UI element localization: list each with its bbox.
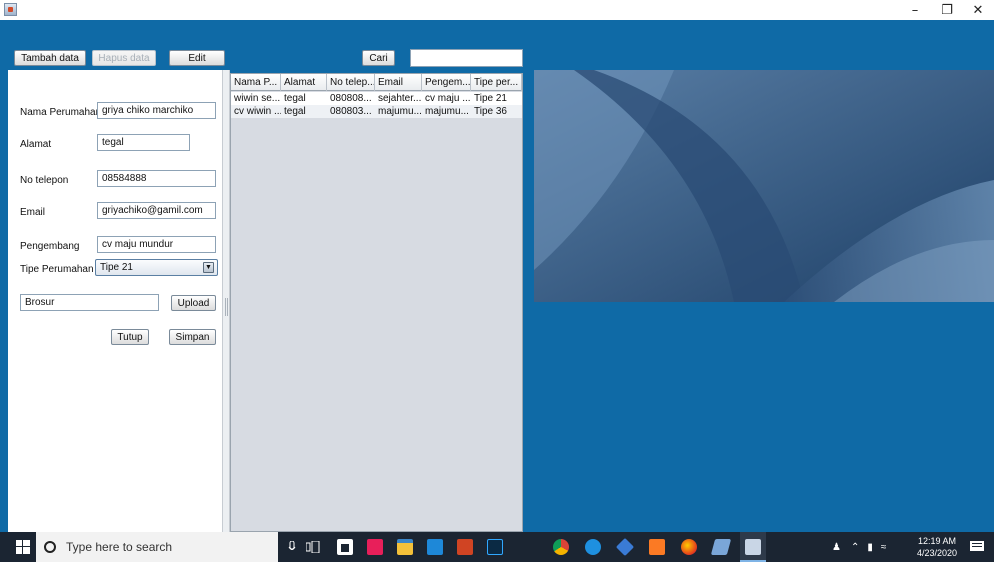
java-taskbar-icon[interactable] — [740, 532, 766, 562]
edit-button[interactable]: Edit — [169, 50, 225, 66]
no-telepon-label: No telepon — [20, 175, 69, 186]
table-cell: tegal — [284, 106, 306, 117]
table-cell: wiwin se... — [234, 93, 281, 104]
column-header-pengembang[interactable]: Pengem... — [422, 74, 471, 91]
simpan-button[interactable]: Simpan — [169, 329, 216, 345]
firefox-icon[interactable] — [676, 532, 702, 562]
hapus-data-button[interactable]: Hapus data — [92, 50, 156, 66]
toolbar: Tambah data Hapus data Edit Cari — [0, 20, 994, 70]
table-row[interactable]: wiwin se... tegal 080808... sejahter... … — [231, 92, 522, 105]
clock-date: 4/23/2020 — [916, 548, 958, 558]
split-pane-divider[interactable] — [222, 70, 230, 532]
table-cell: majumu... — [425, 106, 469, 117]
alamat-input[interactable]: tegal — [97, 134, 190, 151]
divider-grip[interactable] — [225, 298, 228, 316]
nama-perumahan-label: Nama Perumahan — [20, 107, 102, 118]
table-cell: sejahter... — [378, 93, 422, 104]
java-app-icon — [4, 3, 17, 16]
column-header-tipe[interactable]: Tipe per... — [471, 74, 522, 91]
table-row[interactable]: cv wiwin ... tegal 080803... majumu... m… — [231, 105, 522, 118]
chrome-icon[interactable] — [548, 532, 574, 562]
window-title-bar: – ❐ ✕ — [0, 0, 994, 20]
table-cell: cv maju ... — [425, 93, 471, 104]
empty-taskbar-slot — [512, 532, 538, 562]
tipe-perumahan-label: Tipe Perumahan — [20, 264, 94, 275]
notification-icon[interactable] — [964, 532, 990, 562]
search-input[interactable] — [410, 49, 523, 67]
table-header: Nama P... Alamat No telep... Email Penge… — [231, 74, 522, 91]
taskbar-search-placeholder: Type here to search — [66, 540, 173, 554]
system-tray: ♟ ⌃ ▮ ≈ — [832, 532, 886, 562]
table-cell: cv wiwin ... — [234, 106, 281, 117]
table-cell: majumu... — [378, 106, 422, 117]
no-telepon-input[interactable]: 08584888 — [97, 170, 216, 187]
table-cell: Tipe 21 — [474, 93, 507, 104]
close-button[interactable]: ✕ — [962, 0, 994, 20]
taskbar-search-box[interactable]: Type here to search — [36, 532, 278, 562]
table-cell: Tipe 36 — [474, 106, 507, 117]
nama-perumahan-input[interactable]: griya chiko marchiko — [97, 102, 216, 119]
column-header-email[interactable]: Email — [375, 74, 422, 91]
clock-time: 12:19 AM — [917, 536, 957, 546]
start-button[interactable] — [10, 532, 36, 562]
file-explorer-icon[interactable] — [392, 532, 418, 562]
column-header-alamat[interactable]: Alamat — [281, 74, 327, 91]
email-input[interactable]: griyachiko@gamil.com — [97, 202, 216, 219]
battery-icon[interactable]: ▮ — [867, 542, 873, 553]
table-cell: tegal — [284, 93, 306, 104]
email-label: Email — [20, 207, 46, 218]
xampp-icon[interactable] — [644, 532, 670, 562]
people-icon[interactable]: ♟ — [832, 542, 841, 553]
table-cell: 080803... — [330, 106, 372, 117]
virtualbox-icon[interactable] — [612, 532, 638, 562]
mail-icon[interactable] — [422, 532, 448, 562]
powerpoint-icon[interactable] — [452, 532, 478, 562]
microphone-icon[interactable] — [282, 532, 302, 562]
app-icon[interactable] — [708, 532, 734, 562]
tipe-perumahan-select[interactable]: Tipe 21 ▼ — [95, 259, 218, 276]
taskbar-clock[interactable]: 12:19 AM 4/23/2020 — [914, 535, 960, 559]
pengembang-label: Pengembang — [20, 241, 80, 252]
wifi-icon[interactable]: ≈ — [881, 542, 887, 553]
windows-logo-icon — [16, 540, 30, 554]
task-view-icon[interactable] — [302, 532, 324, 562]
column-header-nama[interactable]: Nama P... — [231, 74, 281, 91]
taskbar: Type here to search ♟ ⌃ ▮ ≈ 12:19 AM 4/2… — [0, 532, 994, 562]
table-cell: 080808... — [330, 93, 372, 104]
cortana-icon — [44, 541, 56, 553]
store-icon[interactable] — [332, 532, 358, 562]
upload-button[interactable]: Upload — [171, 295, 216, 311]
minimize-button[interactable]: – — [899, 0, 931, 20]
tambah-data-button[interactable]: Tambah data — [14, 50, 86, 66]
data-table[interactable]: Nama P... Alamat No telep... Email Penge… — [230, 73, 523, 532]
edge-icon[interactable] — [580, 532, 606, 562]
alamat-label: Alamat — [20, 139, 52, 150]
wallpaper-image — [534, 70, 994, 302]
cari-button[interactable]: Cari — [362, 50, 395, 66]
tutup-button[interactable]: Tutup — [111, 329, 149, 345]
maximize-button[interactable]: ❐ — [931, 0, 963, 20]
column-header-telepon[interactable]: No telep... — [327, 74, 375, 91]
chevron-up-icon[interactable]: ⌃ — [851, 542, 859, 553]
chevron-down-icon[interactable]: ▼ — [203, 262, 214, 273]
tipe-perumahan-selected: Tipe 21 — [100, 262, 133, 273]
gift-app-icon[interactable] — [362, 532, 388, 562]
pengembang-input[interactable]: cv maju mundur — [97, 236, 216, 253]
brosur-input[interactable]: Brosur — [20, 294, 159, 311]
photoshop-icon[interactable] — [482, 532, 508, 562]
